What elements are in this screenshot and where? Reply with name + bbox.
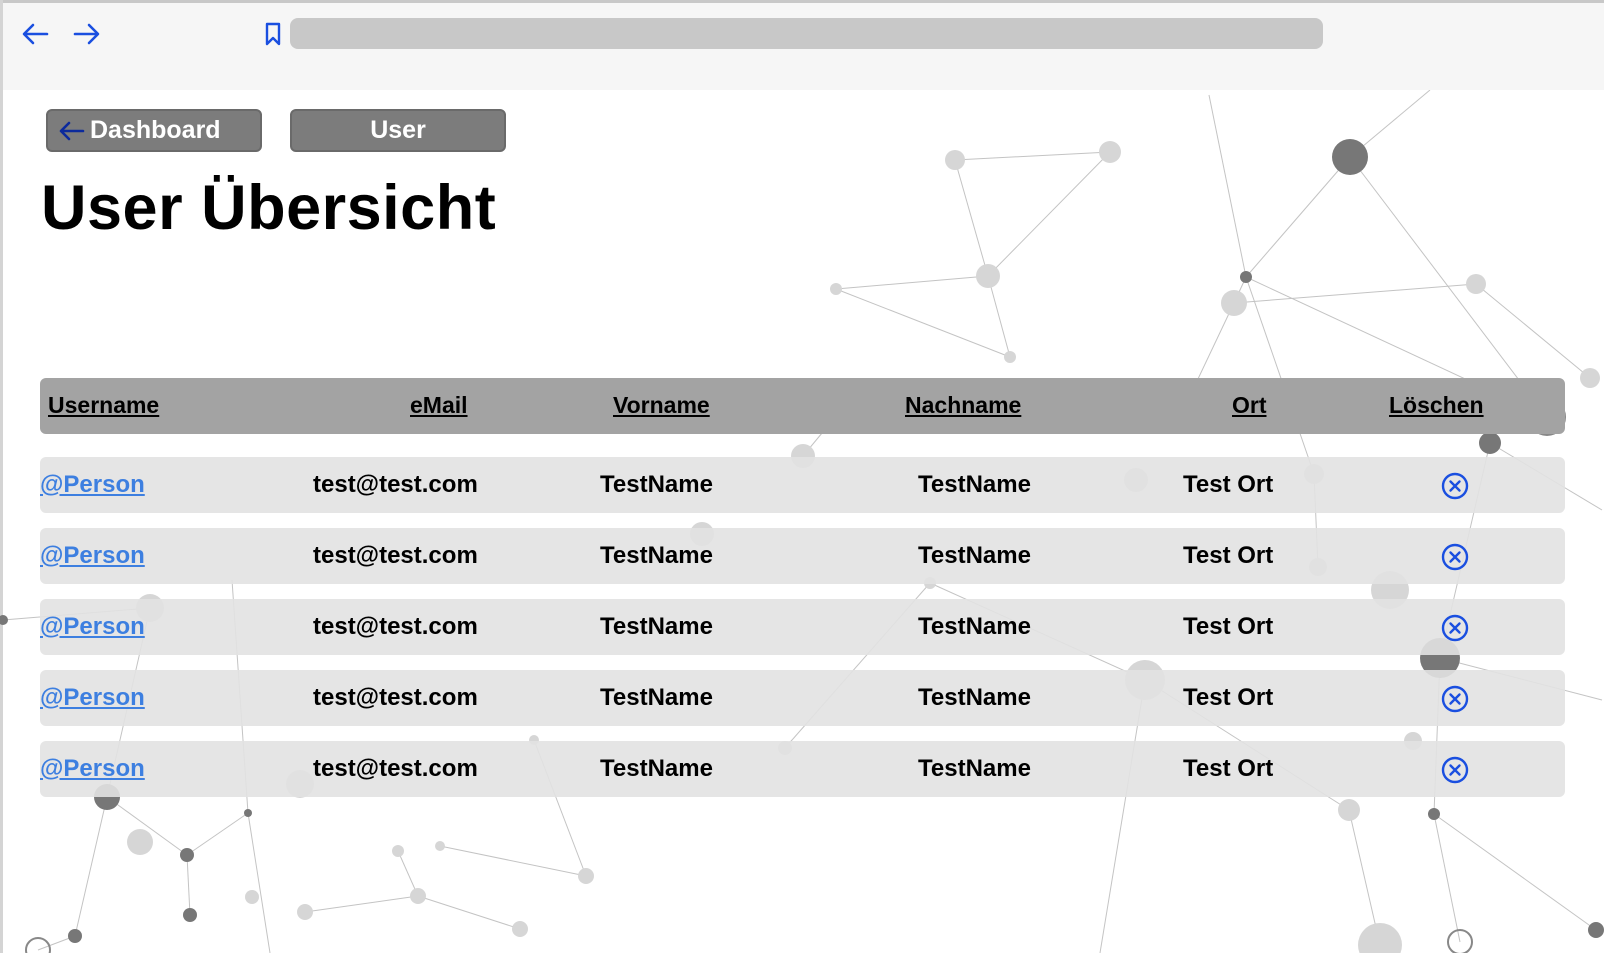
ort-cell: Test Ort [1183, 471, 1274, 498]
bookmark-icon [265, 22, 281, 46]
ort-cell: Test Ort [1183, 613, 1274, 640]
column-header-loeschen[interactable]: Löschen [1389, 392, 1484, 419]
nachname-cell: TestName [918, 471, 1031, 498]
column-header-vorname[interactable]: Vorname [613, 392, 710, 419]
bookmark-button[interactable] [261, 19, 285, 49]
nachname-cell: TestName [918, 613, 1031, 640]
column-header-username[interactable]: Username [48, 392, 159, 419]
table-row: @Person test@test.com TestName TestName … [40, 457, 1565, 513]
arrow-right-icon [73, 23, 100, 45]
close-circle-icon[interactable] [1441, 543, 1469, 571]
table-row: @Person test@test.com TestName TestName … [40, 599, 1565, 655]
nachname-cell: TestName [918, 755, 1031, 782]
page-title: User Übersicht [41, 173, 497, 243]
username-link[interactable]: @Person [40, 755, 145, 783]
arrow-left-icon [59, 121, 85, 140]
vorname-cell: TestName [600, 613, 713, 640]
email-cell: test@test.com [313, 755, 478, 782]
vorname-cell: TestName [600, 684, 713, 711]
email-cell: test@test.com [313, 542, 478, 569]
arrow-left-icon [22, 23, 49, 45]
column-header-ort[interactable]: Ort [1232, 392, 1267, 419]
dashboard-button[interactable]: Dashboard [46, 109, 262, 152]
username-link[interactable]: @Person [40, 613, 145, 641]
close-circle-icon[interactable] [1441, 756, 1469, 784]
nachname-cell: TestName [918, 684, 1031, 711]
vorname-cell: TestName [600, 542, 713, 569]
user-button-label: User [370, 116, 426, 144]
table-row: @Person test@test.com TestName TestName … [40, 670, 1565, 726]
address-bar[interactable] [290, 18, 1323, 49]
table-row: @Person test@test.com TestName TestName … [40, 741, 1565, 797]
close-circle-icon[interactable] [1441, 472, 1469, 500]
username-link[interactable]: @Person [40, 542, 145, 570]
ort-cell: Test Ort [1183, 755, 1274, 782]
username-link[interactable]: @Person [40, 471, 145, 499]
close-circle-icon[interactable] [1441, 614, 1469, 642]
user-button[interactable]: User [290, 109, 506, 152]
vorname-cell: TestName [600, 755, 713, 782]
ort-cell: Test Ort [1183, 542, 1274, 569]
back-button[interactable] [19, 19, 53, 49]
email-cell: test@test.com [313, 684, 478, 711]
username-link[interactable]: @Person [40, 684, 145, 712]
dashboard-button-label: Dashboard [90, 116, 221, 144]
email-cell: test@test.com [313, 471, 478, 498]
ort-cell: Test Ort [1183, 684, 1274, 711]
close-circle-icon[interactable] [1441, 685, 1469, 713]
vorname-cell: TestName [600, 471, 713, 498]
table-row: @Person test@test.com TestName TestName … [40, 528, 1565, 584]
forward-button[interactable] [70, 19, 104, 49]
column-header-email[interactable]: eMail [410, 392, 468, 419]
column-header-nachname[interactable]: Nachname [905, 392, 1021, 419]
browser-toolbar [3, 3, 1604, 90]
table-header: Username eMail Vorname Nachname Ort Lösc… [40, 378, 1565, 434]
email-cell: test@test.com [313, 613, 478, 640]
nachname-cell: TestName [918, 542, 1031, 569]
